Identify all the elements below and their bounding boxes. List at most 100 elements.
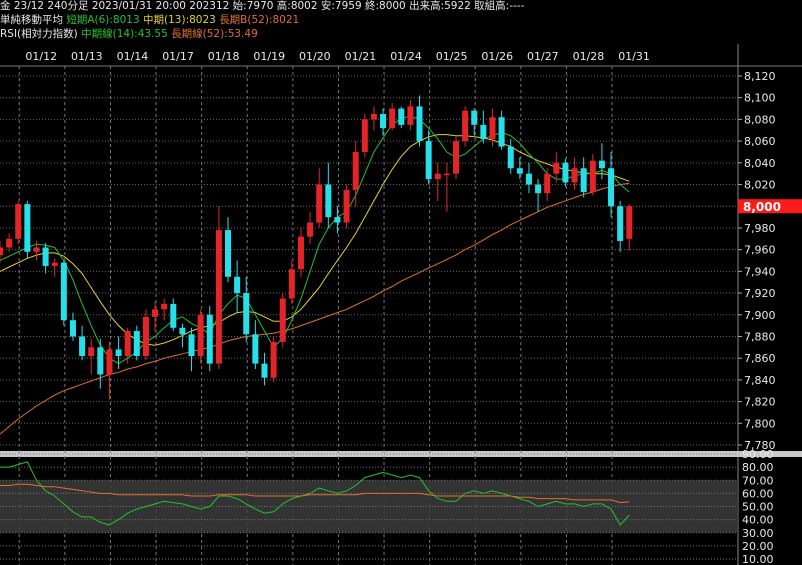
candle-body <box>142 316 149 357</box>
candle-body <box>42 247 49 266</box>
candle-body <box>453 141 459 174</box>
candle-body <box>179 327 186 335</box>
candle-body <box>188 334 195 357</box>
rsi-tick-label: 60.00 <box>742 487 774 500</box>
candle-body <box>389 108 396 129</box>
date-label: 01/24 <box>390 50 422 63</box>
rsi-mid-legend: 中期線(14):43.55 <box>81 28 168 40</box>
candle-body <box>361 119 368 152</box>
candle-body <box>133 331 140 357</box>
chart-header: 金 23/12 240分足 2023/01/31 20:00 202312 始:… <box>0 0 802 44</box>
candle-body <box>498 117 505 147</box>
candle-body <box>297 236 304 270</box>
candle-body <box>425 141 432 180</box>
date-label: 01/25 <box>436 50 468 63</box>
ma-long-legend: 長期B(52):8021 <box>219 14 300 26</box>
date-label: 01/19 <box>253 50 285 63</box>
candle-body <box>407 106 414 125</box>
candle-body <box>243 293 250 335</box>
rsi-tick-label: 20.00 <box>742 540 774 553</box>
last-price-label: 8,000 <box>743 200 781 214</box>
price-tick-label: 7,920 <box>744 287 776 300</box>
candle-body <box>489 117 496 139</box>
price-tick-label: 7,820 <box>744 396 776 409</box>
candle-body <box>252 334 259 364</box>
date-label: 01/20 <box>299 50 331 63</box>
ma-short-legend: 短期A(6):8013 <box>66 14 140 26</box>
candle-body <box>553 162 560 174</box>
candle-body <box>307 222 314 237</box>
candle-body <box>197 314 204 357</box>
candle-body <box>215 230 222 364</box>
candle-body <box>79 336 86 357</box>
ma-mid-legend: 中期(13):8023 <box>143 14 216 26</box>
candle-body <box>33 247 40 252</box>
candle-body <box>562 162 569 183</box>
price-tick-label: 7,800 <box>744 417 776 430</box>
candle-body <box>152 309 159 317</box>
candle-body <box>343 189 350 223</box>
candle-body <box>380 113 387 129</box>
date-label: 01/28 <box>573 50 605 63</box>
price-tick-label: 8,040 <box>744 157 776 170</box>
price-tick-label: 8,120 <box>744 70 776 83</box>
candle-body <box>97 347 104 375</box>
candle-body <box>316 184 323 223</box>
rsi-tick-label: 40.00 <box>742 514 774 527</box>
candle-body <box>115 349 122 357</box>
price-tick-label: 7,980 <box>744 222 776 235</box>
candle-body <box>60 262 67 321</box>
candle-body <box>589 160 596 193</box>
rsi-long-legend: 長期線(52):53.49 <box>171 28 258 40</box>
date-label: 01/14 <box>117 50 149 63</box>
candle-body <box>334 217 341 223</box>
candle-body <box>279 298 286 342</box>
price-tick-label: 8,100 <box>744 92 776 105</box>
candle-body <box>608 168 615 207</box>
candle-body <box>69 320 76 337</box>
candle-body <box>234 276 241 294</box>
candle-body <box>161 303 168 310</box>
date-label: 01/17 <box>162 50 194 63</box>
price-tick-label: 7,880 <box>744 330 776 343</box>
price-tick-label: 7,860 <box>744 352 776 365</box>
candle-body <box>270 341 277 378</box>
candle-body <box>261 363 268 378</box>
price-tick-label: 8,060 <box>744 135 776 148</box>
candle-body <box>288 269 295 299</box>
candle-body <box>535 184 542 194</box>
candle-body <box>106 349 113 375</box>
rsi-tick-label: 30.00 <box>742 527 774 540</box>
price-tick-label: 8,080 <box>744 113 776 126</box>
candle-body <box>416 106 423 142</box>
price-tick-label: 7,780 <box>744 439 776 452</box>
candle-body <box>6 238 13 248</box>
price-tick-label: 7,960 <box>744 244 776 257</box>
date-label: 01/12 <box>25 50 57 63</box>
candle-body <box>525 173 532 185</box>
date-label: 01/26 <box>481 50 513 63</box>
candle-body <box>516 168 523 174</box>
date-label: 01/13 <box>71 50 103 63</box>
rsi-tick-label: 50.00 <box>742 501 774 514</box>
date-label: 01/18 <box>208 50 240 63</box>
candle-body <box>88 347 95 357</box>
candle-body <box>352 151 359 190</box>
candle-body <box>51 262 58 266</box>
rsi-tick-label: 80.00 <box>742 461 774 474</box>
price-tick-label: 8,020 <box>744 179 776 192</box>
date-label: 01/21 <box>345 50 377 63</box>
candle-body <box>571 168 578 183</box>
candle-body <box>15 204 22 239</box>
price-tick-label: 7,840 <box>744 374 776 387</box>
rsi-legend-title: RSI(相対力指数) <box>0 28 78 40</box>
rsi-tick-label: 10.00 <box>742 553 774 565</box>
candle-body <box>325 184 332 218</box>
candle-body <box>598 160 605 169</box>
candle-body <box>124 331 131 357</box>
candle-body <box>398 108 405 125</box>
candle-body <box>471 110 478 125</box>
candle-body <box>617 206 624 241</box>
instrument-summary: 金 23/12 240分足 2023/01/31 20:00 202312 始:… <box>0 0 525 12</box>
date-label: 01/31 <box>618 50 650 63</box>
